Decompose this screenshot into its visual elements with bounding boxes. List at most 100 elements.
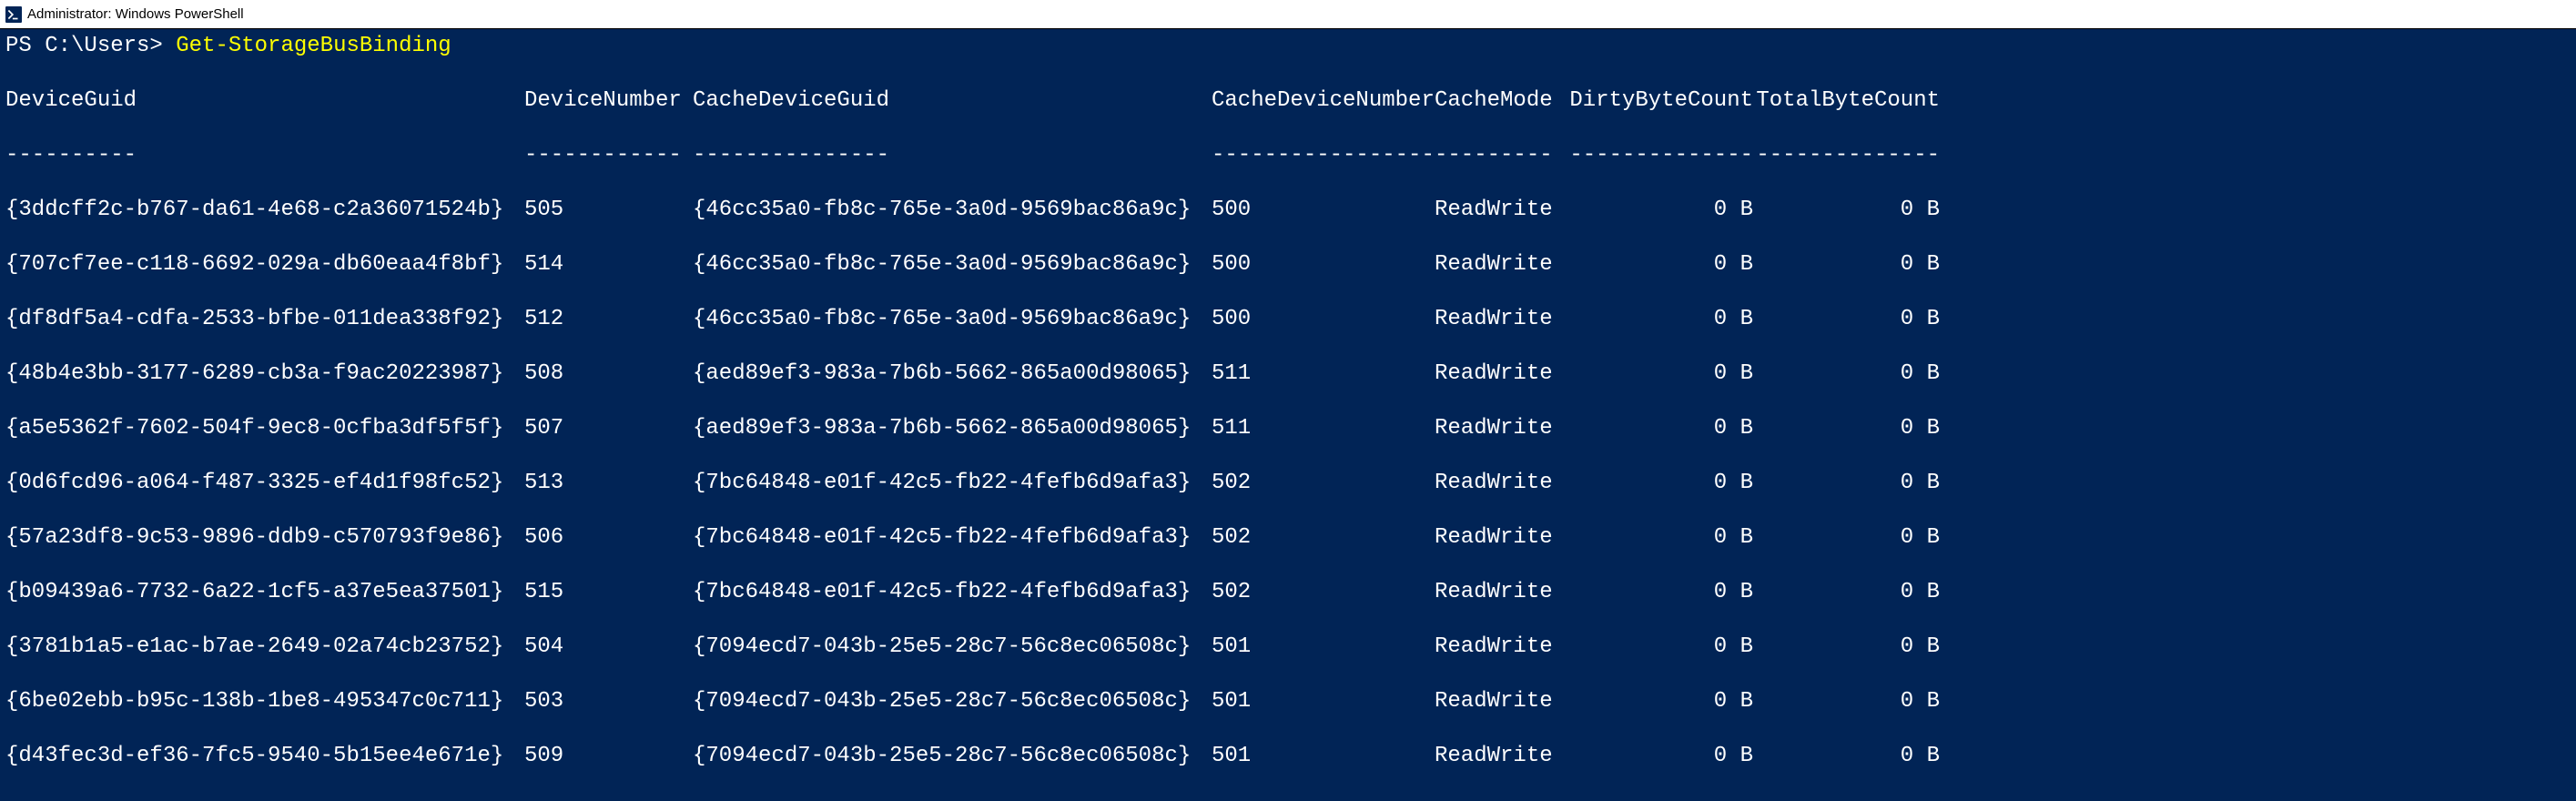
- cell-dirtybytecount: 0 B: [1567, 415, 1753, 442]
- cell-cachedevicenumber: 511: [1212, 360, 1435, 388]
- cell-dirtybytecount: 0 B: [1567, 579, 1753, 606]
- sep-dirtybytecount: --------------: [1567, 142, 1753, 169]
- cell-deviceguid: {48b4e3bb-3177-6289-cb3a-f9ac20223987}: [5, 360, 524, 388]
- cell-dirtybytecount: 0 B: [1567, 306, 1753, 333]
- cell-cachedeviceguid: {46cc35a0-fb8c-765e-3a0d-9569bac86a9c}: [693, 306, 1212, 333]
- cell-deviceguid: {6be02ebb-b95c-138b-1be8-495347c0c711}: [5, 688, 524, 715]
- cell-cachedevicenumber: 501: [1212, 634, 1435, 661]
- cell-cachedeviceguid: {aed89ef3-983a-7b6b-5662-865a00d98065}: [693, 360, 1212, 388]
- header-devicenumber: DeviceNumber: [524, 87, 693, 115]
- header-totalbytecount: TotalByteCount: [1753, 87, 1940, 115]
- table-row: {6be02ebb-b95c-138b-1be8-495347c0c711} 50…: [5, 688, 2571, 715]
- cell-devicenumber: 515: [524, 579, 693, 606]
- cell-cachedeviceguid: {7bc64848-e01f-42c5-fb22-4fefb6d9afa3}: [693, 579, 1212, 606]
- cell-totalbytecount: 0 B: [1753, 634, 1940, 661]
- header-deviceguid: DeviceGuid: [5, 87, 524, 115]
- cell-dirtybytecount: 0 B: [1567, 360, 1753, 388]
- table-row: {d43fec3d-ef36-7fc5-9540-5b15ee4e671e}50…: [5, 743, 2571, 770]
- cell-cachedeviceguid: {7094ecd7-043b-25e5-28c7-56c8ec06508c}: [693, 634, 1212, 661]
- sep-deviceguid: ----------: [5, 142, 524, 169]
- cell-cachedeviceguid: {7bc64848-e01f-42c5-fb22-4fefb6d9afa3}: [693, 524, 1212, 552]
- cell-cachedeviceguid: {7094ecd7-043b-25e5-28c7-56c8ec06508c}: [693, 688, 1212, 715]
- cell-cachedeviceguid: {aed89ef3-983a-7b6b-5662-865a00d98065}: [693, 415, 1212, 442]
- cell-cachemode: ReadWrite: [1435, 251, 1567, 279]
- cell-deviceguid: {3781b1a5-e1ac-b7ae-2649-02a74cb23752}: [5, 634, 524, 661]
- cell-cachedevicenumber: 500: [1212, 197, 1435, 224]
- cell-cachemode: ReadWrite: [1435, 470, 1567, 497]
- table-row: {57a23df8-9c53-9896-ddb9-c570793f9e86} 50…: [5, 524, 2571, 552]
- table-row: {707cf7ee-c118-6692-029a-db60eaa4f8bf}51…: [5, 251, 2571, 279]
- sep-cachedeviceguid: ---------------: [693, 142, 1212, 169]
- cell-deviceguid: {0d6fcd96-a064-f487-3325-ef4d1f98fc52}: [5, 470, 524, 497]
- cell-dirtybytecount: 0 B: [1567, 524, 1753, 552]
- cell-deviceguid: {a5e5362f-7602-504f-9ec8-0cfba3df5f5f}: [5, 415, 524, 442]
- cell-devicenumber: 508: [524, 360, 693, 388]
- cell-devicenumber: 507: [524, 415, 693, 442]
- cell-cachedeviceguid: {46cc35a0-fb8c-765e-3a0d-9569bac86a9c}: [693, 197, 1212, 224]
- cell-cachedevicenumber: 501: [1212, 688, 1435, 715]
- cell-dirtybytecount: 0 B: [1567, 688, 1753, 715]
- cell-cachemode: ReadWrite: [1435, 688, 1567, 715]
- sep-cachedevicenumber: -----------------: [1212, 142, 1435, 169]
- header-cachemode: CacheMode: [1435, 87, 1567, 115]
- header-cachedeviceguid: CacheDeviceGuid: [693, 87, 1212, 115]
- cell-deviceguid: {3ddcff2c-b767-da61-4e68-c2a36071524b}: [5, 197, 524, 224]
- cell-cachedevicenumber: 502: [1212, 470, 1435, 497]
- cell-cachemode: ReadWrite: [1435, 743, 1567, 770]
- prompt-prefix: PS C:\Users>: [5, 34, 176, 58]
- command-text: Get-StorageBusBinding: [176, 34, 451, 58]
- table-row: {3ddcff2c-b767-da61-4e68-c2a36071524b}50…: [5, 197, 2571, 224]
- cell-cachedevicenumber: 502: [1212, 579, 1435, 606]
- cell-totalbytecount: 0 B: [1753, 360, 1940, 388]
- table-row: {df8df5a4-cdfa-2533-bfbe-011dea338f92}51…: [5, 306, 2571, 333]
- cell-totalbytecount: 0 B: [1753, 306, 1940, 333]
- cell-totalbytecount: 0 B: [1753, 470, 1940, 497]
- cell-dirtybytecount: 0 B: [1567, 251, 1753, 279]
- table-row: {48b4e3bb-3177-6289-cb3a-f9ac20223987}50…: [5, 360, 2571, 388]
- cell-totalbytecount: 0 B: [1753, 743, 1940, 770]
- cell-totalbytecount: 0 B: [1753, 197, 1940, 224]
- cell-cachemode: ReadWrite: [1435, 579, 1567, 606]
- window-titlebar[interactable]: Administrator: Windows PowerShell: [0, 0, 2576, 29]
- cell-devicenumber: 509: [524, 743, 693, 770]
- cell-devicenumber: 512: [524, 306, 693, 333]
- sep-cachemode: ---------: [1435, 142, 1567, 169]
- cell-cachedevicenumber: 511: [1212, 415, 1435, 442]
- cell-totalbytecount: 0 B: [1753, 579, 1940, 606]
- cell-totalbytecount: 0 B: [1753, 688, 1940, 715]
- cell-deviceguid: {d43fec3d-ef36-7fc5-9540-5b15ee4e671e}: [5, 743, 524, 770]
- cell-cachemode: ReadWrite: [1435, 197, 1567, 224]
- cell-deviceguid: {707cf7ee-c118-6692-029a-db60eaa4f8bf}: [5, 251, 524, 279]
- cell-deviceguid: {b09439a6-7732-6a22-1cf5-a37e5ea37501}: [5, 579, 524, 606]
- cell-deviceguid: {57a23df8-9c53-9896-ddb9-c570793f9e86}: [5, 524, 524, 552]
- table-row: {a5e5362f-7602-504f-9ec8-0cfba3df5f5f}50…: [5, 415, 2571, 442]
- cell-cachedevicenumber: 502: [1212, 524, 1435, 552]
- cell-dirtybytecount: 0 B: [1567, 197, 1753, 224]
- cell-totalbytecount: 0 B: [1753, 524, 1940, 552]
- cell-devicenumber: 504: [524, 634, 693, 661]
- cell-cachemode: ReadWrite: [1435, 306, 1567, 333]
- table-body: {3ddcff2c-b767-da61-4e68-c2a36071524b}50…: [5, 197, 2571, 797]
- cell-dirtybytecount: 0 B: [1567, 743, 1753, 770]
- sep-totalbytecount: --------------: [1753, 142, 1940, 169]
- table-row: {0d6fcd96-a064-f487-3325-ef4d1f98fc52}51…: [5, 470, 2571, 497]
- cell-cachedeviceguid: {7bc64848-e01f-42c5-fb22-4fefb6d9afa3}: [693, 470, 1212, 497]
- cell-cachedevicenumber: 501: [1212, 743, 1435, 770]
- terminal-output[interactable]: PS C:\Users> Get-StorageBusBinding Devic…: [0, 29, 2576, 801]
- cell-cachemode: ReadWrite: [1435, 634, 1567, 661]
- cell-cachedeviceguid: {7094ecd7-043b-25e5-28c7-56c8ec06508c}: [693, 743, 1212, 770]
- window-title: Administrator: Windows PowerShell: [27, 6, 244, 22]
- table-row: {3781b1a5-e1ac-b7ae-2649-02a74cb23752}50…: [5, 634, 2571, 661]
- cell-totalbytecount: 0 B: [1753, 415, 1940, 442]
- cell-deviceguid: {df8df5a4-cdfa-2533-bfbe-011dea338f92}: [5, 306, 524, 333]
- cell-cachemode: ReadWrite: [1435, 524, 1567, 552]
- header-cachedevicenumber: CacheDeviceNumber: [1212, 87, 1435, 115]
- sep-devicenumber: ------------: [524, 142, 693, 169]
- cell-totalbytecount: 0 B: [1753, 251, 1940, 279]
- cell-devicenumber: 505: [524, 197, 693, 224]
- cell-devicenumber: 514: [524, 251, 693, 279]
- powershell-icon: [5, 6, 22, 23]
- cell-dirtybytecount: 0 B: [1567, 470, 1753, 497]
- cell-cachemode: ReadWrite: [1435, 415, 1567, 442]
- table-row: {b09439a6-7732-6a22-1cf5-a37e5ea37501}51…: [5, 579, 2571, 606]
